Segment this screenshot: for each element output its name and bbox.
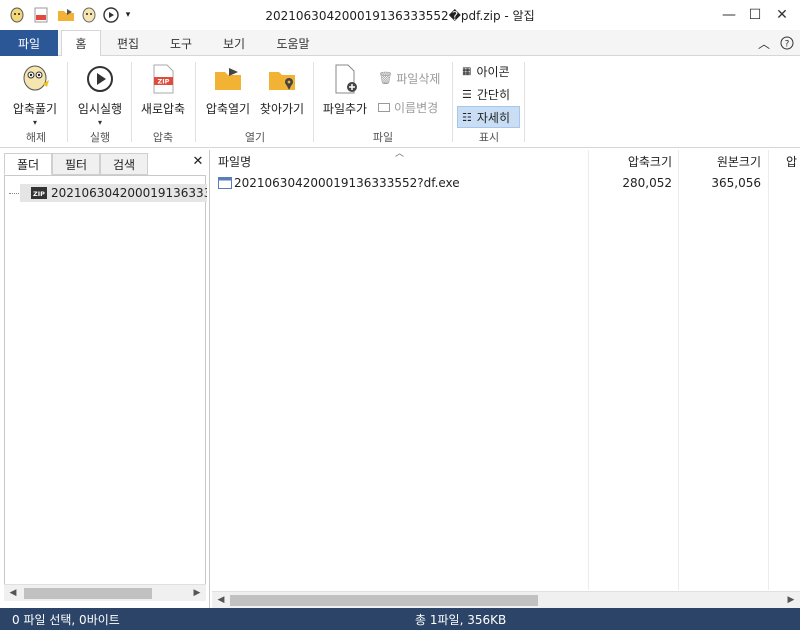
tree-root-label: 20210630420001913633355​2 [51, 186, 207, 200]
tab-home[interactable]: 홈 [61, 30, 101, 57]
table-row[interactable]: 20210630420001913633355​2?df.exe 280,052… [212, 174, 800, 192]
details-icon: ☷ [462, 110, 472, 124]
scroll-left-icon[interactable]: ◀ [6, 586, 20, 600]
temp-run-button-label: 임시실행 [77, 102, 123, 116]
add-file-icon [335, 64, 357, 94]
tree-root-item[interactable]: ZIP 20210630420001913633355​2 [20, 184, 207, 202]
view-simple-label: 간단히 [476, 87, 510, 102]
file-list: ︿ 파일명 압축크기 원본크기 압 2021063042000191363335… [212, 149, 800, 608]
add-file-button[interactable]: 파일추가 [318, 62, 372, 117]
svg-text:?: ? [785, 40, 790, 50]
compressed-size-cell: 280,052 [622, 176, 672, 190]
scroll-right-icon[interactable]: ▶ [190, 586, 204, 600]
close-pane-icon[interactable]: ✕ [190, 153, 206, 169]
column-divider [768, 150, 769, 590]
rename-icon [378, 102, 390, 112]
temp-run-button[interactable]: 임시실행 ▾ [74, 62, 126, 127]
group-label-open: 열기 [244, 131, 266, 144]
folder-location-icon [269, 72, 295, 90]
trash-icon: 🗑 [378, 71, 394, 85]
tab-view[interactable]: 보기 [213, 30, 255, 56]
add-file-button-label: 파일추가 [322, 102, 368, 116]
ribbon-divider [131, 62, 132, 142]
status-total: 총 1파일, 356KB [415, 613, 507, 627]
ribbon-divider [67, 62, 68, 142]
open-folder-icon [215, 68, 241, 90]
group-label-extract: 해제 [25, 131, 47, 144]
extract-button[interactable]: 압축풀기 ▾ [10, 62, 60, 127]
ribbon-home: 압축풀기 ▾ 해제 임시실행 ▾ 실행 ZIP 새로압축 압축 압축열기 찾아가… [0, 56, 800, 148]
view-detail-label: 자세히 [476, 110, 510, 125]
status-selection: 0 파일 선택, 0바이트 [12, 613, 120, 627]
new-compress-button[interactable]: ZIP 새로압축 [136, 62, 190, 117]
scrollbar-thumb[interactable] [24, 588, 152, 599]
list-icon: ☰ [462, 87, 472, 101]
delete-file-label: 파일삭제 [396, 71, 441, 86]
exe-file-icon [218, 177, 232, 189]
tab-search[interactable]: 검색 [100, 153, 148, 175]
play-circle-icon [87, 66, 113, 92]
ribbon-divider [452, 62, 453, 142]
column-header-compressed-size[interactable]: 압축크기 [590, 150, 678, 172]
scroll-left-icon[interactable]: ◀ [214, 593, 228, 607]
help-icon[interactable]: ? [778, 34, 796, 52]
ribbon-divider [195, 62, 196, 142]
svg-text:ZIP: ZIP [33, 190, 45, 198]
view-detail-button[interactable]: ☷ 자세히 [457, 106, 520, 128]
scroll-right-icon[interactable]: ▶ [784, 593, 798, 607]
extract-dropdown-icon[interactable]: ▾ [33, 118, 37, 127]
rename-label: 이름변경 [394, 100, 439, 115]
open-archive-button-label: 압축열기 [205, 102, 251, 116]
open-archive-button[interactable]: 압축열기 [202, 62, 254, 117]
column-header-name[interactable]: 파일명 [218, 150, 588, 172]
tab-edit[interactable]: 편집 [107, 30, 149, 56]
view-icons-label: 아이콘 [476, 64, 510, 79]
extract-button-label: 압축풀기 [12, 102, 58, 116]
group-label-compress: 압축 [152, 131, 174, 144]
scrollbar-thumb[interactable] [230, 595, 538, 606]
ribbon-tab-strip: 파일 홈 편집 도구 보기 도움말 ︿ ? [0, 30, 800, 57]
view-simple-button[interactable]: ☰ 간단히 [458, 84, 520, 104]
file-name: 20210630420001913633355​2?df.exe [234, 176, 460, 190]
ribbon-divider [524, 62, 525, 142]
tab-help[interactable]: 도움말 [268, 30, 318, 56]
locate-button-label: 찾아가기 [259, 102, 305, 116]
column-divider [588, 150, 589, 590]
column-header-ratio[interactable]: 압 [786, 150, 800, 172]
file-name-cell: 20210630420001913633355​2?df.exe [218, 174, 586, 192]
collapse-ribbon-icon[interactable]: ︿ [755, 34, 773, 52]
new-compress-button-label: 새로압축 [140, 102, 186, 116]
window-title: 20210630420001913633355​2�pdf.zip - 알집 [265, 9, 535, 23]
column-header-original-size[interactable]: 원본크기 [679, 150, 767, 172]
tab-tools[interactable]: 도구 [160, 30, 202, 56]
group-label-view: 표시 [478, 131, 500, 144]
maximize-icon[interactable]: ☐ [744, 5, 766, 25]
zip-archive-icon: ZIP [31, 187, 47, 199]
status-bar: 0 파일 선택, 0바이트 총 1파일, 356KB [0, 608, 800, 630]
zip-file-icon: ZIP [153, 64, 174, 94]
grid-icon: ▦ [462, 65, 472, 77]
tab-folder[interactable]: 폴더 [4, 153, 52, 175]
tab-file[interactable]: 파일 [0, 30, 58, 56]
title-bar: ▾ 20210630420001913633355​2�pdf.zip - 알집… [0, 0, 800, 30]
svg-text:ZIP: ZIP [158, 78, 170, 86]
group-label-run: 실행 [89, 131, 111, 144]
file-list-horizontal-scrollbar[interactable]: ◀ ▶ [212, 591, 800, 608]
column-divider [678, 150, 679, 590]
extract-mascot-icon [23, 65, 49, 91]
tab-filter[interactable]: 필터 [52, 153, 100, 175]
locate-button[interactable]: 찾아가기 [256, 62, 308, 117]
minimize-icon[interactable]: — [718, 5, 740, 25]
rename-button[interactable]: 이름변경 [374, 97, 448, 117]
folder-pane: 폴더 필터 검색 ✕ ZIP 20210630420001913633355​2… [0, 150, 210, 608]
close-icon[interactable]: ✕ [771, 5, 793, 25]
group-label-file: 파일 [372, 131, 394, 144]
view-icons-button[interactable]: ▦ 아이콘 [458, 61, 520, 81]
temp-run-dropdown-icon[interactable]: ▾ [98, 118, 102, 127]
original-size-cell: 365,056 [711, 176, 761, 190]
folder-tree[interactable]: ZIP 20210630420001913633355​2 [4, 175, 207, 589]
ribbon-divider [313, 62, 314, 142]
folder-pane-horizontal-scrollbar[interactable]: ◀ ▶ [4, 584, 206, 601]
delete-file-button[interactable]: 🗑 파일삭제 [374, 68, 448, 88]
